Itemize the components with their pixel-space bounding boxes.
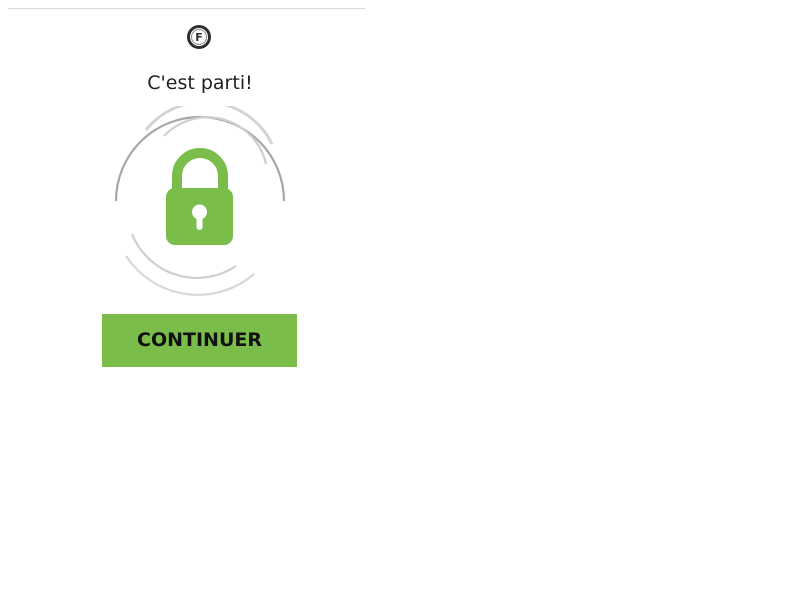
continue-button[interactable]: CONTINUER	[102, 314, 297, 367]
setup-panel: F C'est parti! CONTINUER	[0, 0, 400, 400]
page-title: C'est parti!	[147, 72, 253, 94]
padlock-illustration	[114, 106, 286, 296]
padlock-icon	[166, 148, 233, 245]
top-divider	[8, 8, 365, 9]
logo-letter: F	[195, 31, 203, 44]
ring-arc-bottom-outer	[125, 255, 255, 296]
f-logo-icon: F	[187, 25, 211, 49]
